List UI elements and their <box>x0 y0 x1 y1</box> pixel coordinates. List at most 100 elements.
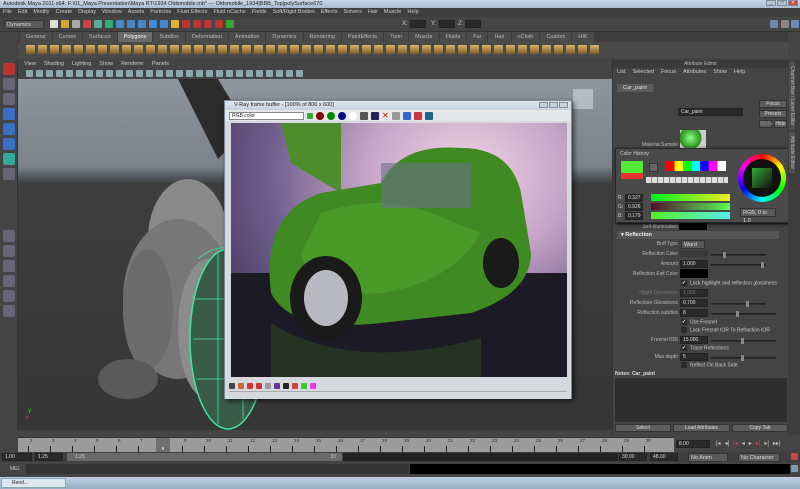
magenta-icon[interactable] <box>310 383 316 389</box>
menu-create[interactable]: Create <box>56 8 73 17</box>
render-icon[interactable] <box>182 20 190 28</box>
ae-menu-attributes[interactable]: Attributes <box>683 68 706 77</box>
reflection-section-header[interactable]: ▾ Reflection <box>617 231 779 239</box>
shelf-tool-icon[interactable] <box>590 45 599 54</box>
shelf-tab-hik[interactable]: HIK <box>572 32 594 42</box>
viewport-tool-icon[interactable] <box>296 70 303 77</box>
start-time-field[interactable]: 1.00 <box>2 453 32 461</box>
layout-hypershade-icon[interactable] <box>2 305 15 317</box>
trace-reflections-checkbox[interactable]: ✓ Trace Reflections <box>681 345 729 351</box>
viewport-tool-icon[interactable] <box>116 70 123 77</box>
shelf-tool-icon[interactable] <box>338 45 347 54</box>
menu-particles[interactable]: Particles <box>150 8 171 17</box>
pixel-aspect-icon[interactable] <box>265 383 271 389</box>
render-settings-icon[interactable] <box>204 20 212 28</box>
shelf-tool-icon[interactable] <box>134 45 143 54</box>
shelf-tool-icon[interactable] <box>350 45 359 54</box>
ae-menu-list[interactable]: List <box>617 68 626 77</box>
maximize-button[interactable]: □ <box>777 0 787 6</box>
shelf-tab-surfaces[interactable]: Surfaces <box>83 32 117 42</box>
viewport-menu-lighting[interactable]: Lighting <box>72 60 91 69</box>
shelf-tool-icon[interactable] <box>122 45 131 54</box>
viewport-tool-icon[interactable] <box>86 70 93 77</box>
current-frame-field[interactable]: 8.00 <box>676 440 710 448</box>
shelf-tool-icon[interactable] <box>170 45 179 54</box>
viewport-tool-icon[interactable] <box>166 70 173 77</box>
shelf-tool-icon[interactable] <box>374 45 383 54</box>
shelf-tool-icon[interactable] <box>314 45 323 54</box>
last-tool-icon[interactable] <box>2 168 15 180</box>
shelf-tool-icon[interactable] <box>206 45 215 54</box>
max-depth-field[interactable]: 5 <box>680 353 708 361</box>
g-slider[interactable] <box>651 203 730 210</box>
render-region-icon[interactable] <box>413 111 422 120</box>
viewport-tool-icon[interactable] <box>266 70 273 77</box>
menu-fluid-ncache[interactable]: Fluid nCache <box>213 8 245 17</box>
lock-highlight-checkbox[interactable]: ✓ Lock highlight and reflection glossines… <box>681 280 777 286</box>
viewport-tool-icon[interactable] <box>206 70 213 77</box>
playback-end-field[interactable]: 30.00 <box>619 453 647 461</box>
shelf-tab-hair[interactable]: Hair <box>488 32 511 42</box>
b-slider[interactable] <box>651 212 730 219</box>
tab-channel-box[interactable]: Channel Box / Layer Editor <box>789 62 795 130</box>
shelf-tool-icon[interactable] <box>26 45 35 54</box>
mono-button[interactable] <box>360 111 368 120</box>
select-tool-icon[interactable] <box>2 63 15 75</box>
shelf-tool-icon[interactable] <box>302 45 311 54</box>
fresnel-ior-field[interactable]: 15.000 <box>680 336 708 344</box>
menu-solvers[interactable]: Solvers <box>343 8 361 17</box>
step-back-button[interactable]: |◂ <box>733 440 738 447</box>
shelf-tool-icon[interactable] <box>242 45 251 54</box>
shelf-tool-icon[interactable] <box>410 45 419 54</box>
shelf-tool-icon[interactable] <box>74 45 83 54</box>
shelf-tab-deformation[interactable]: Deformation <box>185 32 228 42</box>
menu-hair[interactable]: Hair <box>368 8 378 17</box>
time-slider[interactable]: 2345678910111213141516171819202122232425… <box>18 437 674 452</box>
select-hierarchy-icon[interactable] <box>83 20 91 28</box>
viewport-tool-icon[interactable] <box>146 70 153 77</box>
viewport-tool-icon[interactable] <box>136 70 143 77</box>
b-field[interactable]: 0.179 <box>625 212 643 220</box>
shelf-tool-icon[interactable] <box>86 45 95 54</box>
paint-select-icon[interactable] <box>2 93 15 105</box>
viewport-tool-icon[interactable] <box>256 70 263 77</box>
shelf-tool-icon[interactable] <box>362 45 371 54</box>
shelf-tool-icon[interactable] <box>254 45 263 54</box>
shelf-tool-icon[interactable] <box>518 45 527 54</box>
shelf-tab-ncloth[interactable]: nCloth <box>511 32 540 42</box>
shelf-tool-icon[interactable] <box>458 45 467 54</box>
fresnel-ior-slider[interactable] <box>711 338 776 344</box>
viewport-tool-icon[interactable] <box>236 70 243 77</box>
blue-channel-button[interactable] <box>338 111 346 120</box>
shelf-tab-general[interactable]: General <box>20 32 52 42</box>
ae-menu-selected[interactable]: Selected <box>633 68 654 77</box>
vfb-history-icon[interactable] <box>229 383 235 389</box>
lut-icon[interactable] <box>247 383 253 389</box>
h-icon[interactable] <box>292 383 298 389</box>
shelf-tool-icon[interactable] <box>266 45 275 54</box>
tab-attribute-editor[interactable]: Attribute Editor <box>789 131 795 173</box>
use-fresnel-checkbox[interactable]: ✓ Use Fresnel <box>681 319 717 325</box>
brdf-type-dropdown[interactable]: Ward <box>681 240 705 249</box>
menu-muscle[interactable]: Muscle <box>384 8 401 17</box>
range-slider[interactable]: 1.25 30 <box>67 453 342 461</box>
input-line-icon[interactable] <box>226 20 234 28</box>
shelf-tool-icon[interactable] <box>506 45 515 54</box>
step-back-key-button[interactable]: ◂| <box>725 440 730 447</box>
save-scene-icon[interactable] <box>72 20 80 28</box>
channel-dropdown[interactable]: RGB color <box>229 111 304 120</box>
lasso-tool-icon[interactable] <box>2 78 15 90</box>
g-field[interactable]: 0.926 <box>625 203 643 211</box>
shelf-tab-fur[interactable]: Fur <box>467 32 488 42</box>
shelf-tool-icon[interactable] <box>38 45 47 54</box>
select-button[interactable]: Select <box>615 424 671 432</box>
playback-start-field[interactable]: 1.25 <box>35 453 63 461</box>
snap-surface-icon[interactable] <box>160 20 168 28</box>
r-field[interactable]: 0.327 <box>625 194 643 202</box>
shelf-tool-icon[interactable] <box>194 45 203 54</box>
shelf-tool-icon[interactable] <box>494 45 503 54</box>
manipulator-icon[interactable] <box>2 153 15 165</box>
shelf-tool-icon[interactable] <box>386 45 395 54</box>
color-wheel[interactable] <box>738 154 786 202</box>
clear-image-icon[interactable]: ✕ <box>382 111 389 120</box>
